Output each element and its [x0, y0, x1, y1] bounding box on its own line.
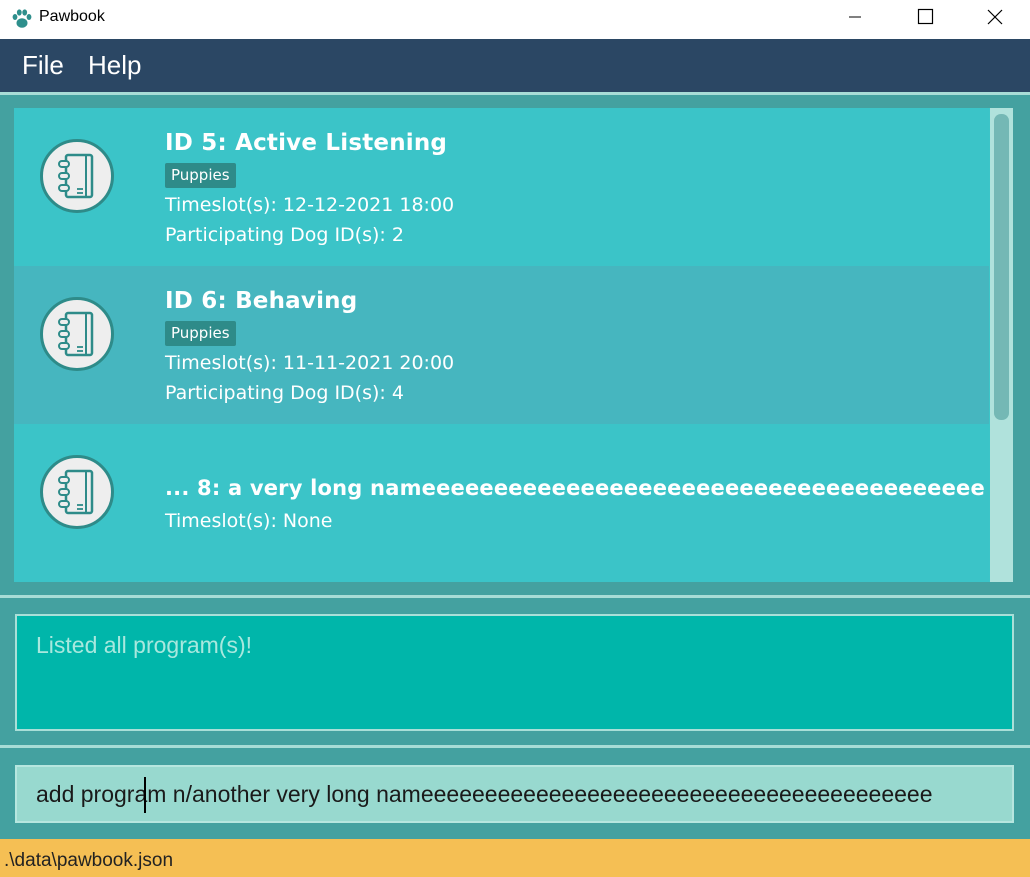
maximize-icon [917, 8, 934, 25]
result-display: Listed all program(s)! [15, 614, 1014, 731]
maximize-button[interactable] [890, 0, 960, 34]
status-bar: .\data\pawbook.json [0, 839, 1030, 877]
program-title: ID 5: Active Listening [165, 130, 448, 156]
program-timeslot: Timeslot(s): 12-12-2021 18:00 [165, 194, 455, 216]
divider [0, 595, 1030, 598]
title-bar: Pawbook [0, 0, 1030, 39]
program-dog-ids: Participating Dog ID(s): 2 [165, 224, 404, 246]
scrollbar-thumb[interactable] [994, 114, 1009, 420]
program-list[interactable]: ID 5: Active Listening Puppies Timeslot(… [14, 108, 1013, 582]
text-caret [144, 777, 146, 813]
divider [0, 745, 1030, 748]
list-scrollbar[interactable] [990, 108, 1013, 582]
program-card[interactable]: ... 8: a very long nameeeeeeeeeeeeeeeeee… [14, 424, 989, 582]
program-timeslot: Timeslot(s): None [165, 510, 333, 532]
program-title: ... 8: a very long nameeeeeeeeeeeeeeeeee… [165, 476, 985, 500]
notebook-icon [40, 455, 114, 529]
program-title: ID 6: Behaving [165, 288, 358, 314]
minimize-icon [849, 16, 861, 18]
close-button[interactable] [960, 0, 1030, 34]
program-card[interactable]: ID 6: Behaving Puppies Timeslot(s): 11-1… [14, 266, 989, 424]
program-tag: Puppies [165, 321, 236, 346]
menu-bar: File Help [0, 39, 1030, 92]
program-card[interactable]: ID 5: Active Listening Puppies Timeslot(… [14, 108, 989, 266]
menu-help[interactable]: Help [88, 50, 141, 81]
paw-icon [12, 9, 32, 28]
notebook-icon [40, 297, 114, 371]
data-file-path: .\data\pawbook.json [4, 850, 174, 871]
close-icon [987, 9, 1003, 25]
program-timeslot: Timeslot(s): 11-11-2021 20:00 [165, 352, 455, 374]
window-title: Pawbook [39, 8, 105, 25]
notebook-icon [40, 139, 114, 213]
program-dog-ids: Participating Dog ID(s): 4 [165, 382, 404, 404]
divider [0, 92, 1030, 95]
command-input[interactable] [15, 765, 1014, 823]
minimize-button[interactable] [820, 0, 890, 34]
program-tag: Puppies [165, 163, 236, 188]
menu-file[interactable]: File [22, 50, 64, 81]
result-message: Listed all program(s)! [36, 632, 253, 658]
